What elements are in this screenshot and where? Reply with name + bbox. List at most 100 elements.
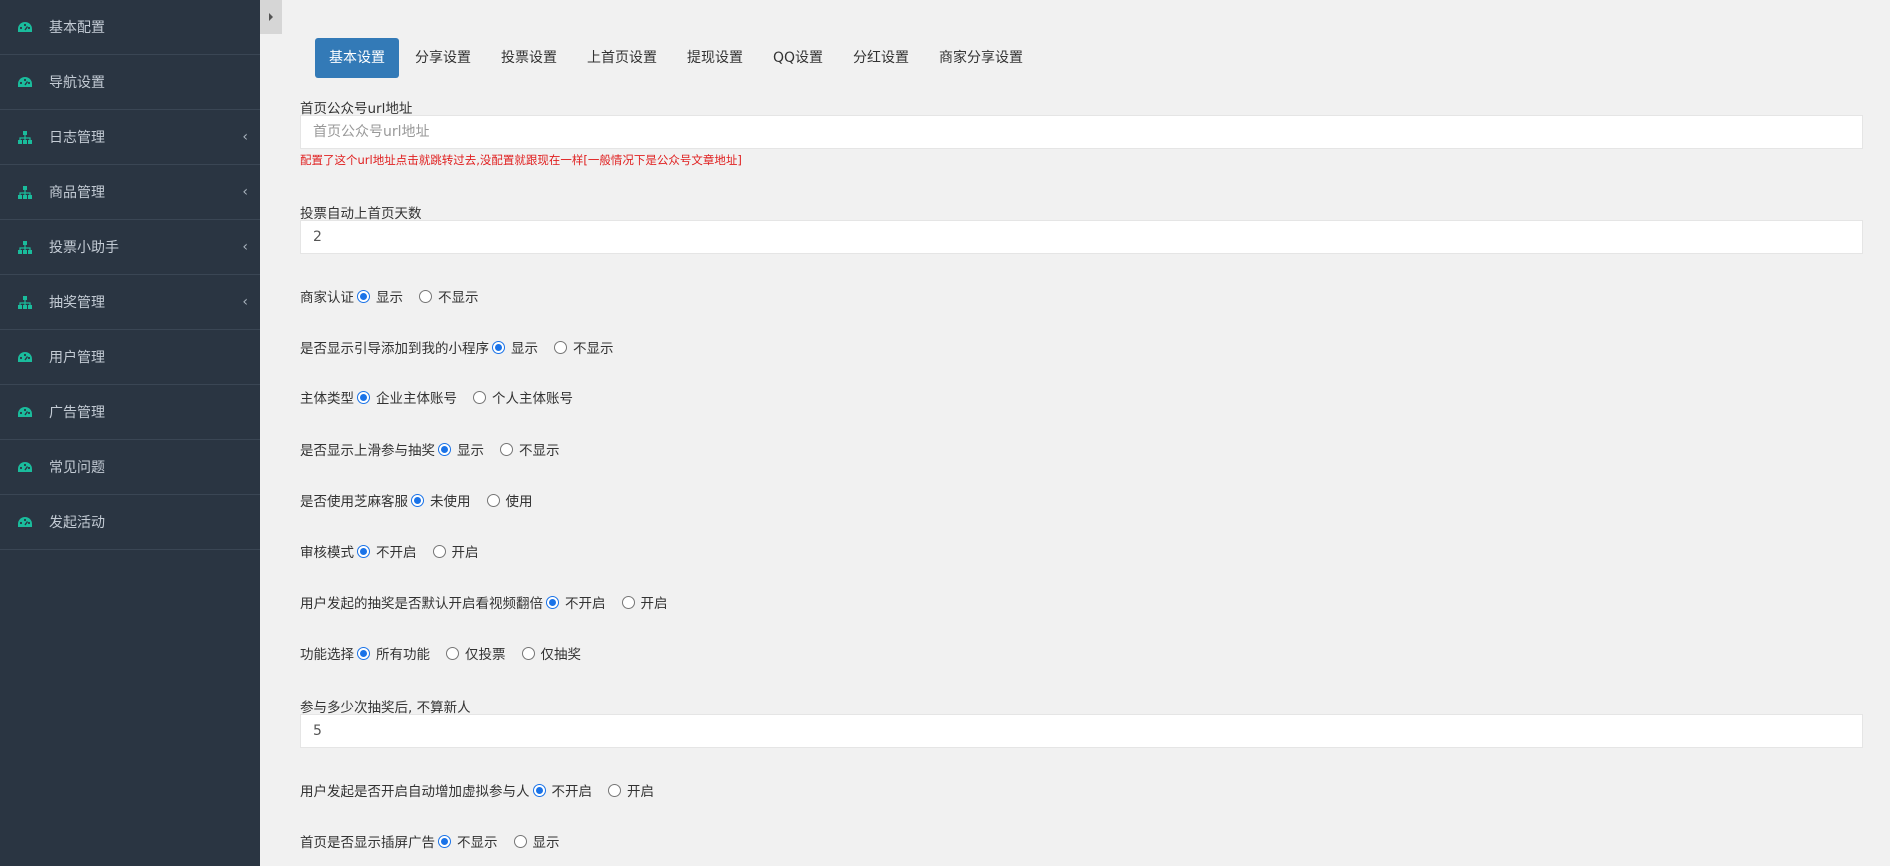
radio-option[interactable]: 不开启: [532, 780, 593, 800]
radio-button[interactable]: [357, 390, 370, 404]
radio-button[interactable]: [608, 783, 621, 797]
radio-button[interactable]: [438, 834, 451, 848]
interstitial-ad-group: 首页是否显示插屏广告 不显示 显示: [300, 831, 576, 851]
radio-option[interactable]: 未使用: [411, 490, 471, 510]
sitemap-icon: [17, 295, 33, 309]
radio-option-label: 开启: [627, 784, 654, 800]
dashboard-icon: [17, 75, 33, 89]
radio-option[interactable]: 不显示: [500, 439, 560, 459]
tab-6[interactable]: QQ设置: [759, 38, 837, 78]
video-double-group: 用户发起的抽奖是否默认开启看视频翻倍 不开启 开启: [300, 592, 684, 612]
radio-button[interactable]: [438, 442, 451, 456]
radio-option[interactable]: 所有功能: [357, 643, 430, 663]
sidebar-item-3[interactable]: 日志管理 ‹: [0, 110, 260, 165]
radio-option-label: 仅抽奖: [540, 647, 582, 663]
sidebar-item-label: 投票小助手: [49, 240, 119, 256]
sidebar-item-label: 发起活动: [49, 515, 105, 531]
sidebar-item-label: 广告管理: [49, 405, 105, 421]
settings-tabs: 基本设置 分享设置 投票设置 上首页设置 提现设置 QQ设置 分红设置 商家分享设置: [315, 38, 1039, 78]
tab-5[interactable]: 提现设置: [673, 38, 757, 78]
sidebar-item-6[interactable]: 抽奖管理 ‹: [0, 275, 260, 330]
radio-option-label: 企业主体账号: [376, 391, 457, 407]
sidebar-item-9[interactable]: 常见问题: [0, 440, 260, 495]
radio-option-label: 不开启: [551, 784, 593, 800]
tab-8[interactable]: 商家分享设置: [925, 38, 1037, 78]
radio-button[interactable]: [554, 340, 567, 354]
radio-option[interactable]: 不显示: [438, 831, 498, 851]
radio-button[interactable]: [419, 289, 432, 303]
radio-option[interactable]: 使用: [486, 490, 533, 510]
radio-option-label: 不显示: [438, 290, 479, 306]
radio-button[interactable]: [513, 834, 527, 848]
chevron-left-icon: ‹: [242, 184, 248, 200]
radio-option[interactable]: 个人主体账号: [473, 387, 573, 407]
sidebar-item-10[interactable]: 发起活动: [0, 495, 260, 550]
radio-group-label: 是否显示上滑参与抽奖: [300, 443, 435, 459]
sidebar-item-2[interactable]: 导航设置: [0, 55, 260, 110]
tab-1[interactable]: 基本设置: [315, 38, 399, 78]
radio-button[interactable]: [486, 493, 500, 507]
radio-button[interactable]: [357, 544, 370, 558]
radio-button[interactable]: [411, 493, 424, 507]
radio-option[interactable]: 显示: [492, 337, 538, 357]
radio-option[interactable]: 显示: [357, 286, 403, 306]
radio-option[interactable]: 开启: [621, 592, 668, 612]
sidebar-item-7[interactable]: 用户管理: [0, 330, 260, 385]
radio-option[interactable]: 不开启: [357, 541, 417, 561]
radio-button[interactable]: [621, 595, 635, 609]
radio-option[interactable]: 显示: [438, 439, 484, 459]
tab-2[interactable]: 分享设置: [401, 38, 485, 78]
sitemap-icon: [17, 185, 33, 199]
radio-button[interactable]: [446, 646, 459, 660]
subject-type-group: 主体类型 企业主体账号 个人主体账号: [300, 387, 589, 407]
radio-button[interactable]: [473, 390, 486, 404]
radio-option-label: 所有功能: [376, 647, 430, 663]
radio-option[interactable]: 不显示: [419, 286, 479, 306]
radio-button[interactable]: [532, 783, 546, 797]
radio-option[interactable]: 仅投票: [446, 643, 506, 663]
radio-option[interactable]: 仅抽奖: [521, 643, 582, 663]
caret-right-icon: [269, 13, 273, 21]
sitemap-icon: [17, 240, 33, 254]
radio-option[interactable]: 不开启: [546, 592, 606, 612]
radio-option[interactable]: 显示: [513, 831, 560, 851]
sidebar-item-5[interactable]: 投票小助手 ‹: [0, 220, 260, 275]
sidebar-item-4[interactable]: 商品管理 ‹: [0, 165, 260, 220]
radio-button[interactable]: [432, 544, 446, 558]
radio-option-label: 显示: [511, 341, 538, 357]
vote-days-input[interactable]: [300, 220, 1863, 254]
vote-days-label: 投票自动上首页天数: [300, 206, 422, 222]
sidebar-item-1[interactable]: 基本配置: [0, 0, 260, 55]
radio-button[interactable]: [492, 340, 505, 354]
tab-7[interactable]: 分红设置: [839, 38, 923, 78]
slide-lottery-group: 是否显示上滑参与抽奖 显示 不显示: [300, 439, 576, 459]
feature-select-group: 功能选择 所有功能 仅投票 仅抽奖: [300, 643, 597, 663]
dashboard-icon: [17, 405, 33, 419]
radio-option[interactable]: 企业主体账号: [357, 387, 457, 407]
radio-button[interactable]: [357, 289, 370, 303]
review-mode-group: 审核模式 不开启 开启: [300, 541, 495, 561]
radio-button[interactable]: [546, 595, 559, 609]
radio-option[interactable]: 开启: [608, 780, 654, 800]
radio-button[interactable]: [500, 442, 513, 456]
sidebar-toggle-button[interactable]: [260, 0, 282, 34]
tab-4[interactable]: 上首页设置: [573, 38, 671, 78]
radio-button[interactable]: [521, 646, 535, 660]
radio-option-label: 开启: [640, 596, 668, 612]
radio-option-label: 不开启: [565, 596, 606, 612]
radio-group-label: 功能选择: [300, 647, 354, 663]
lottery-times-label: 参与多少次抽奖后, 不算新人: [300, 700, 471, 716]
sidebar-item-label: 抽奖管理: [49, 295, 105, 311]
sidebar-item-8[interactable]: 广告管理: [0, 385, 260, 440]
radio-option[interactable]: 不显示: [554, 337, 614, 357]
radio-option-label: 不显示: [457, 835, 498, 851]
radio-option[interactable]: 开启: [432, 541, 479, 561]
radio-group-label: 商家认证: [300, 290, 354, 306]
radio-button[interactable]: [357, 646, 370, 660]
sidebar-item-label: 导航设置: [49, 75, 105, 91]
guide-add-group: 是否显示引导添加到我的小程序 显示 不显示: [300, 337, 630, 357]
lottery-times-input[interactable]: [300, 714, 1863, 748]
virtual-participants-group: 用户发起是否开启自动增加虚拟参与人 不开启 开启: [300, 780, 670, 800]
url-input[interactable]: [300, 115, 1863, 149]
tab-3[interactable]: 投票设置: [487, 38, 571, 78]
